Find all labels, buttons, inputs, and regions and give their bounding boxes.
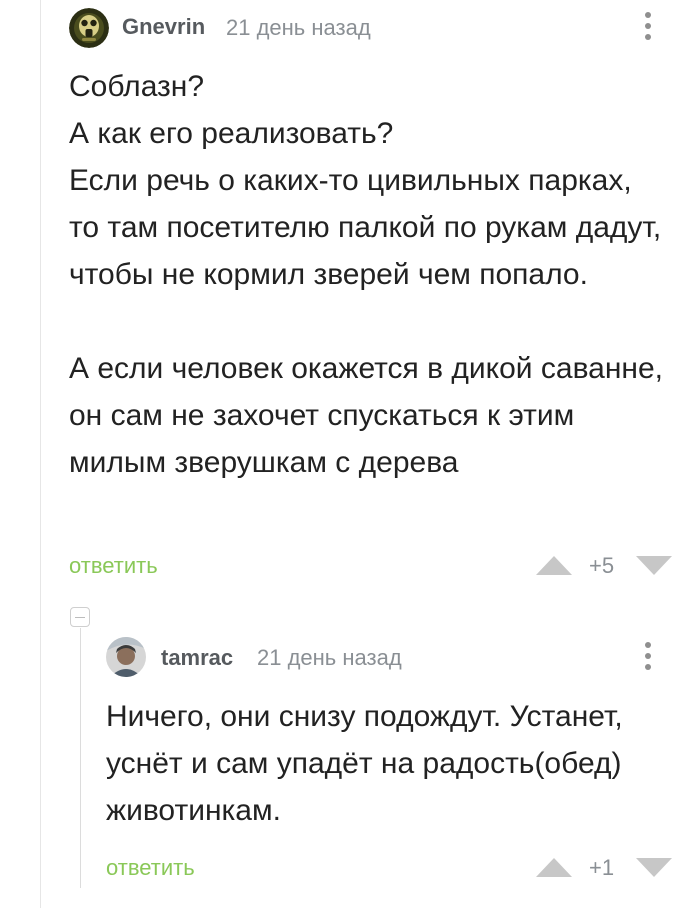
reply-date: 21 день назад — [257, 645, 402, 670]
more-options-icon[interactable] — [644, 12, 652, 40]
comment-paragraph: А если человек окажется в дикой саванне,… — [69, 352, 664, 479]
avatar[interactable] — [69, 8, 109, 48]
reply-text: Ничего, они снизу подождут. Устанет, усн… — [106, 693, 666, 834]
more-options-icon[interactable] — [644, 642, 652, 670]
vote-up-icon[interactable] — [536, 858, 572, 877]
comment-paragraph: Соблазн? А как его реализовать? Если реч… — [69, 70, 662, 291]
user-photo-avatar-icon — [106, 637, 146, 677]
reply-paragraph: Ничего, они снизу подождут. Устанет, усн… — [106, 700, 623, 827]
reply-author[interactable]: tamrac — [161, 645, 233, 671]
reply-button[interactable]: ответить — [106, 855, 195, 881]
avatar[interactable] — [106, 637, 146, 677]
comment-date: 21 день назад — [226, 15, 371, 40]
collapse-thread-button[interactable] — [70, 607, 90, 627]
vote-down-icon[interactable] — [636, 556, 672, 575]
comment-text: Соблазн? А как его реализовать? Если реч… — [69, 63, 669, 486]
reply-thread-line — [80, 628, 81, 888]
rating-value: +1 — [589, 855, 615, 880]
vote-up-icon[interactable] — [536, 556, 572, 575]
vote-down-icon[interactable] — [636, 858, 672, 877]
comment-author[interactable]: Gnevrin — [122, 14, 205, 40]
thread-line — [40, 0, 41, 908]
reply-button[interactable]: ответить — [69, 553, 158, 579]
rating-value: +5 — [589, 553, 615, 578]
gas-mask-avatar-icon — [69, 8, 109, 48]
